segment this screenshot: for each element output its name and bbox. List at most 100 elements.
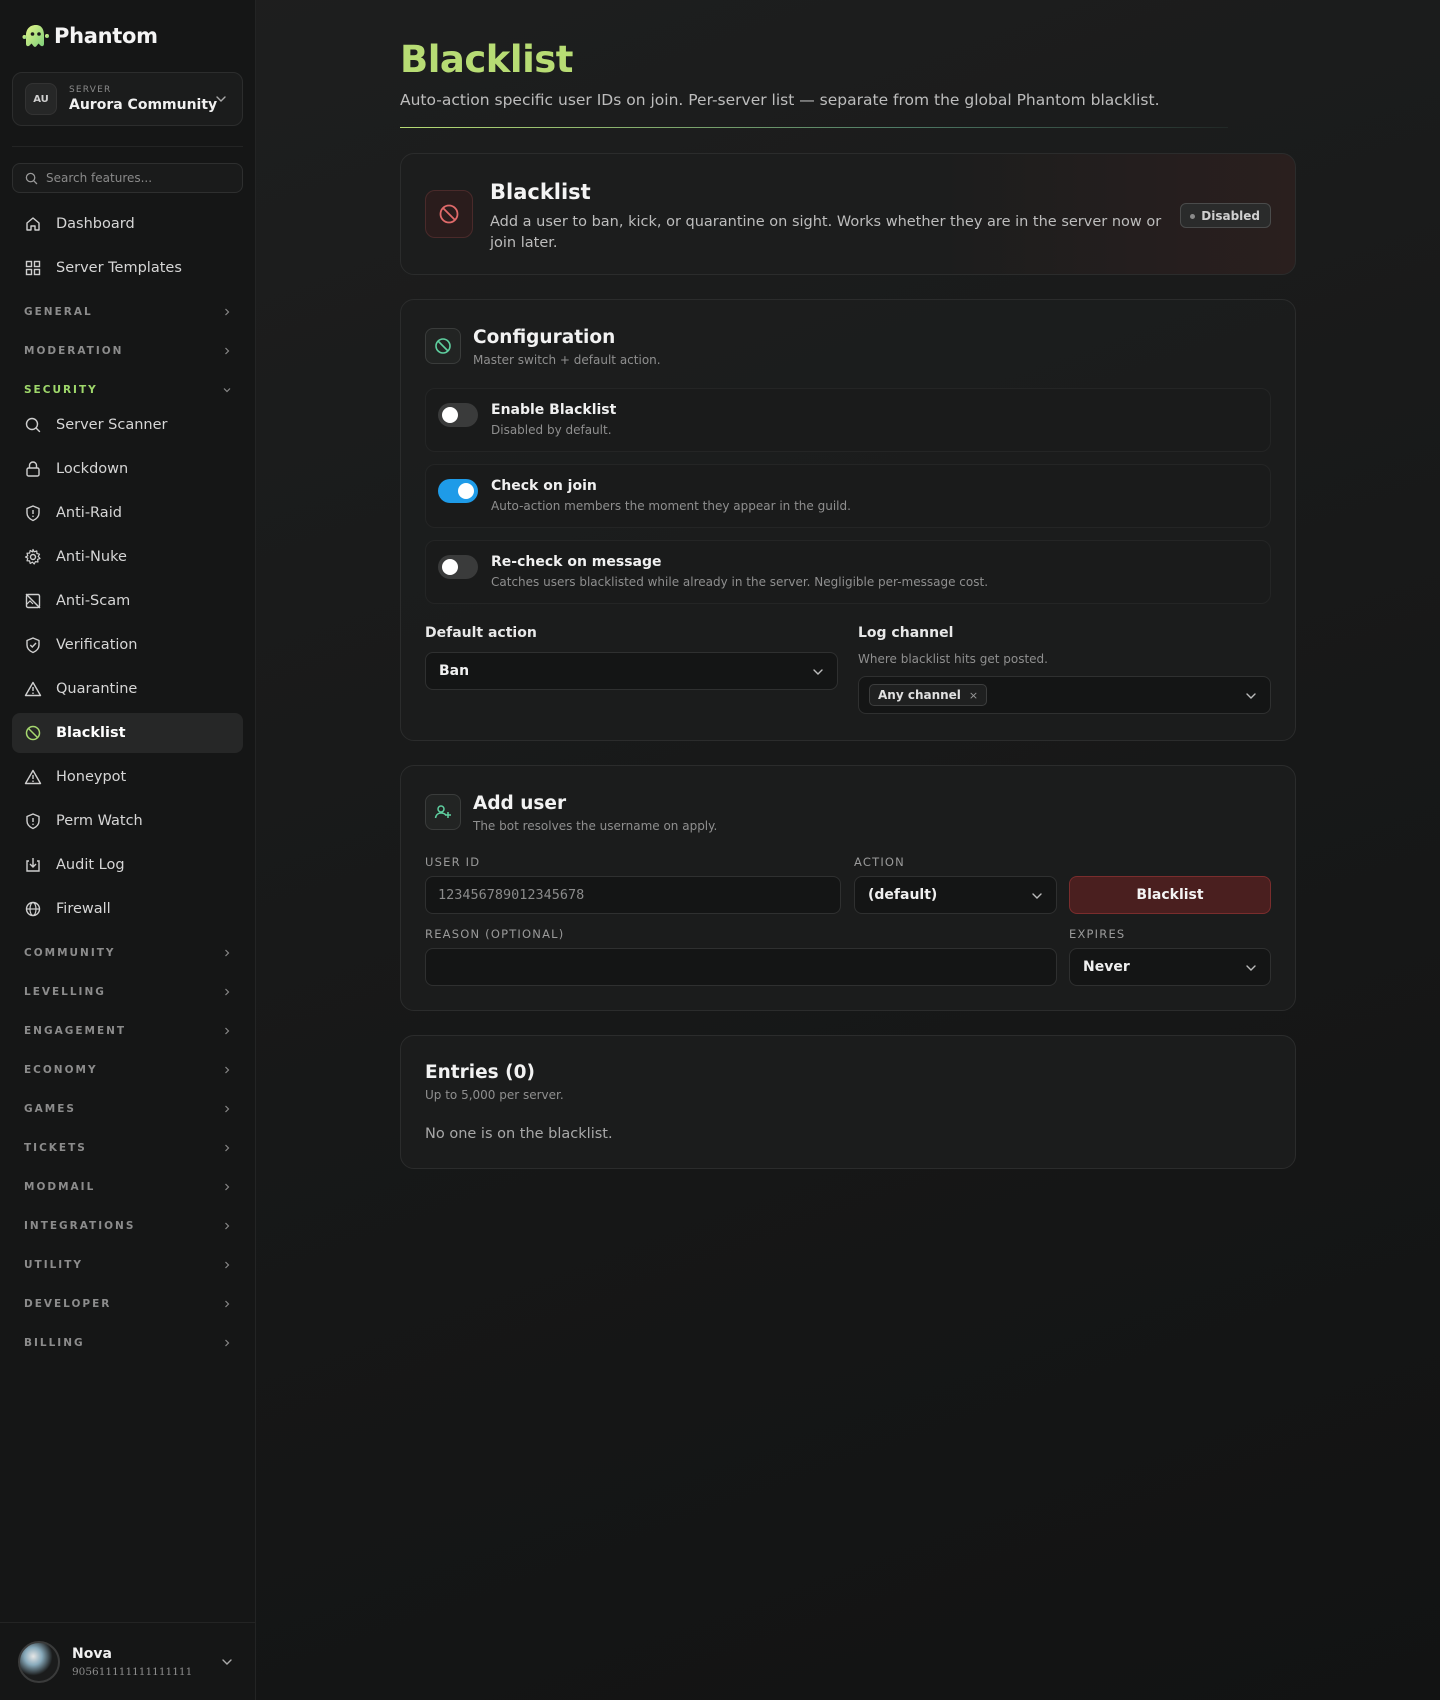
channel-chip: Any channel × xyxy=(869,684,988,706)
section-moderation[interactable]: MODERATION xyxy=(24,342,232,360)
chevron-right-icon xyxy=(225,1261,230,1269)
recheck-on-message-toggle[interactable] xyxy=(438,555,478,579)
server-switcher[interactable]: AU SERVER Aurora Community xyxy=(12,72,243,126)
toggle-row-recheck-on-message: Re-check on message Catches users blackl… xyxy=(425,540,1271,604)
hero-title: Blacklist xyxy=(490,180,591,204)
section-utility[interactable]: UTILITY xyxy=(24,1256,232,1274)
globe-icon xyxy=(25,901,41,917)
section-security[interactable]: SECURITY xyxy=(24,381,232,399)
sidebar-item-honeypot[interactable]: Honeypot xyxy=(12,757,243,797)
section-levelling[interactable]: LEVELLING xyxy=(24,983,232,1001)
user-menu[interactable]: Nova 905611111111111111 xyxy=(0,1622,256,1700)
section-general[interactable]: GENERAL xyxy=(24,303,232,321)
reason-label: REASON (OPTIONAL) xyxy=(425,927,565,941)
section-economy[interactable]: ECONOMY xyxy=(24,1061,232,1079)
page-title: Blacklist xyxy=(400,38,573,81)
entries-card: Entries (0) Up to 5,000 per server. No o… xyxy=(400,1035,1296,1169)
search-icon xyxy=(25,172,38,184)
add-user-description: The bot resolves the username on apply. xyxy=(473,819,718,833)
toggle-label: Enable Blacklist xyxy=(491,402,617,418)
ban-icon xyxy=(435,338,451,354)
chip-label: Any channel xyxy=(878,688,961,702)
close-icon[interactable]: × xyxy=(969,689,978,702)
sidebar-item-audit-log[interactable]: Audit Log xyxy=(12,845,243,885)
sidebar-item-anti-scam[interactable]: Anti-Scam xyxy=(12,581,243,621)
sidebar-item-perm-watch[interactable]: Perm Watch xyxy=(12,801,243,841)
search-input[interactable] xyxy=(46,171,236,185)
toggle-label: Check on join xyxy=(491,478,597,494)
user-plus-icon xyxy=(434,805,451,819)
expires-select[interactable]: Never xyxy=(1069,948,1271,986)
user-id-input[interactable] xyxy=(425,876,841,914)
chevron-down-icon xyxy=(216,96,226,102)
section-label: MODERATION xyxy=(24,345,124,357)
default-action-label: Default action xyxy=(425,625,537,641)
log-channel-description: Where blacklist hits get posted. xyxy=(858,652,1048,666)
section-integrations[interactable]: INTEGRATIONS xyxy=(24,1217,232,1235)
chevron-right-icon xyxy=(225,1027,230,1035)
divider xyxy=(12,146,243,147)
chevron-right-icon xyxy=(225,1066,230,1074)
warning-icon xyxy=(24,681,42,697)
section-label: GAMES xyxy=(24,1103,76,1115)
sidebar-item-server-scanner[interactable]: Server Scanner xyxy=(12,405,243,445)
chevron-down-icon xyxy=(1246,693,1256,699)
sidebar-item-verification[interactable]: Verification xyxy=(12,625,243,665)
warning-icon xyxy=(24,769,42,785)
config-title: Configuration xyxy=(473,327,616,348)
chevron-right-icon xyxy=(225,1300,230,1308)
ban-icon xyxy=(25,725,41,741)
sidebar-item-blacklist[interactable]: Blacklist xyxy=(12,713,243,753)
reason-input[interactable] xyxy=(425,948,1057,986)
section-tickets[interactable]: TICKETS xyxy=(24,1139,232,1157)
chevron-down-icon xyxy=(222,1659,232,1665)
add-user-icon-box xyxy=(425,794,461,830)
section-modmail[interactable]: MODMAIL xyxy=(24,1178,232,1196)
user-id: 905611111111111111 xyxy=(72,1665,193,1678)
chevron-right-icon xyxy=(225,949,230,957)
sidebar-item-anti-raid[interactable]: Anti-Raid xyxy=(12,493,243,533)
default-action-select[interactable]: Ban xyxy=(425,652,838,690)
chevron-down-icon xyxy=(1032,893,1042,899)
user-id-label: USER ID xyxy=(425,855,481,869)
enable-blacklist-toggle[interactable] xyxy=(438,403,478,427)
sidebar-item-dashboard[interactable]: Dashboard xyxy=(12,204,243,244)
log-channel-label: Log channel xyxy=(858,625,954,641)
sidebar-item-lockdown[interactable]: Lockdown xyxy=(12,449,243,489)
sidebar-item-label: Honeypot xyxy=(56,769,127,785)
log-channel-select[interactable]: Any channel × xyxy=(858,676,1271,714)
sidebar-item-server-templates[interactable]: Server Templates xyxy=(12,248,243,288)
toggle-knob xyxy=(458,483,474,499)
grid-icon xyxy=(25,260,41,276)
sidebar-item-firewall[interactable]: Firewall xyxy=(12,889,243,929)
section-billing[interactable]: BILLING xyxy=(24,1334,232,1352)
chevron-down-icon xyxy=(1246,965,1256,971)
crossed-image-icon xyxy=(25,593,41,609)
sidebar-item-label: Anti-Raid xyxy=(56,505,122,521)
section-label: ENGAGEMENT xyxy=(24,1025,127,1037)
config-icon-box xyxy=(425,328,461,364)
server-avatar: AU xyxy=(25,83,57,115)
select-value: Never xyxy=(1083,959,1130,975)
sidebar-item-anti-nuke[interactable]: Anti-Nuke xyxy=(12,537,243,577)
hero-description: Add a user to ban, kick, or quarantine o… xyxy=(490,214,1162,251)
action-select[interactable]: (default) xyxy=(854,876,1057,914)
brand[interactable]: Phantom xyxy=(22,22,158,50)
sidebar-item-label: Lockdown xyxy=(56,461,129,477)
sidebar-item-label: Perm Watch xyxy=(56,813,143,829)
action-label: ACTION xyxy=(854,855,905,869)
blacklist-button[interactable]: Blacklist xyxy=(1069,876,1271,914)
entries-empty-state: No one is on the blacklist. xyxy=(425,1126,613,1142)
chevron-right-icon xyxy=(225,308,230,316)
check-on-join-toggle[interactable] xyxy=(438,479,478,503)
home-icon xyxy=(26,217,40,231)
download-box-icon xyxy=(26,858,40,872)
section-games[interactable]: GAMES xyxy=(24,1100,232,1118)
chevron-down-icon xyxy=(223,388,231,393)
search-box[interactable] xyxy=(12,163,243,193)
section-developer[interactable]: DEVELOPER xyxy=(24,1295,232,1313)
sidebar-item-quarantine[interactable]: Quarantine xyxy=(12,669,243,709)
sidebar-item-label: Blacklist xyxy=(56,725,126,741)
section-community[interactable]: COMMUNITY xyxy=(24,944,232,962)
section-engagement[interactable]: ENGAGEMENT xyxy=(24,1022,232,1040)
